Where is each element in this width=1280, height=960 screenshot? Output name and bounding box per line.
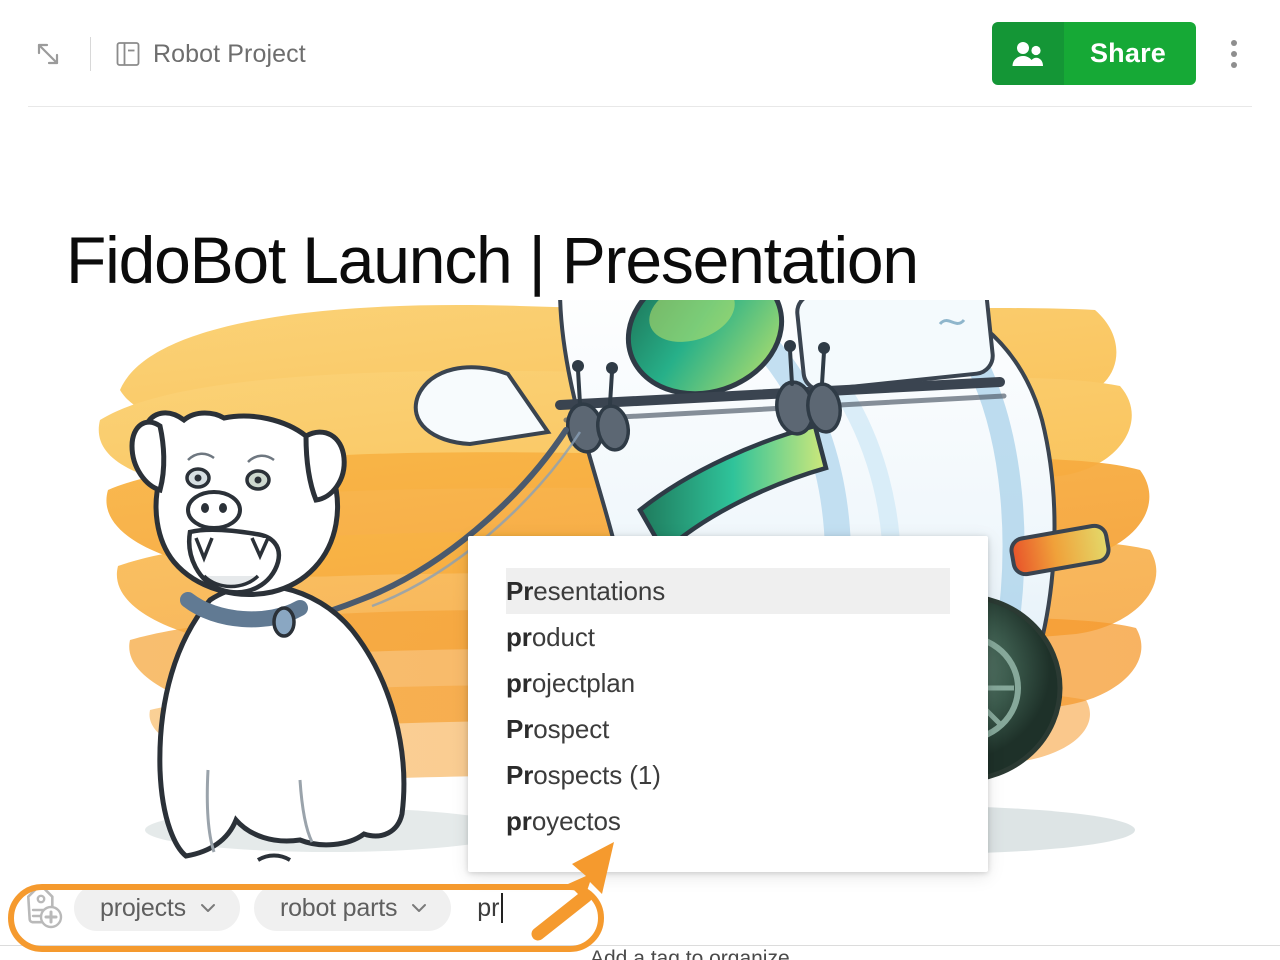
breadcrumb-document-title[interactable]: Robot Project bbox=[153, 40, 306, 69]
tag-search-input[interactable]: pr bbox=[477, 885, 503, 931]
autocomplete-option-prefix: Pr bbox=[506, 760, 533, 791]
chevron-down-icon[interactable] bbox=[198, 898, 218, 918]
autocomplete-option[interactable]: product bbox=[506, 614, 950, 660]
tag-chip-robot-parts[interactable]: robot parts bbox=[254, 885, 451, 931]
tag-chip-label: robot parts bbox=[280, 894, 397, 923]
share-button-label: Share bbox=[1090, 38, 1166, 69]
share-button-label-area: Share bbox=[1064, 22, 1196, 85]
people-icon bbox=[992, 22, 1064, 85]
kebab-menu-icon[interactable] bbox=[1210, 24, 1258, 84]
autocomplete-option[interactable]: Presentations bbox=[506, 568, 950, 614]
autocomplete-option-prefix: pr bbox=[506, 622, 532, 653]
page-title[interactable]: FidoBot Launch | Presentation bbox=[66, 218, 918, 302]
tag-chip-label: projects bbox=[100, 894, 186, 923]
tag-autocomplete-dropdown[interactable]: Presentations product projectplan Prospe… bbox=[468, 536, 988, 872]
tag-bar-rule bbox=[0, 945, 1280, 946]
autocomplete-option[interactable]: proyectos bbox=[506, 798, 950, 844]
chevron-down-icon[interactable] bbox=[409, 898, 429, 918]
tag-add-icon[interactable] bbox=[18, 885, 64, 931]
header-left-group: Robot Project bbox=[28, 26, 306, 82]
share-button[interactable]: Share bbox=[992, 22, 1196, 85]
tag-input-row[interactable]: projects robot parts pr bbox=[10, 876, 503, 940]
autocomplete-option-prefix: pr bbox=[506, 806, 532, 837]
autocomplete-option-rest: oduct bbox=[532, 622, 595, 653]
autocomplete-option-prefix: Pr bbox=[506, 714, 533, 745]
autocomplete-option-prefix: Pr bbox=[506, 576, 533, 607]
expand-diagonal-icon[interactable] bbox=[28, 34, 68, 74]
document-editor-window: Robot Project Share bbox=[0, 0, 1280, 960]
text-caret bbox=[501, 893, 503, 923]
autocomplete-option[interactable]: Prospects (1) bbox=[506, 752, 950, 798]
autocomplete-option[interactable]: Prospect bbox=[506, 706, 950, 752]
tag-bar: projects robot parts pr bbox=[0, 868, 1280, 960]
tag-chip-projects[interactable]: projects bbox=[74, 885, 240, 931]
tag-search-input-value: pr bbox=[477, 894, 499, 923]
autocomplete-option-prefix: pr bbox=[506, 668, 532, 699]
header-right-group: Share bbox=[992, 22, 1258, 85]
autocomplete-option-rest: esentations bbox=[533, 576, 665, 607]
header-divider bbox=[90, 37, 91, 71]
autocomplete-option[interactable]: projectplan bbox=[506, 660, 950, 706]
header-bottom-rule bbox=[28, 106, 1252, 107]
autocomplete-option-rest: ospects (1) bbox=[533, 760, 661, 791]
document-layout-icon bbox=[115, 41, 141, 67]
app-header: Robot Project Share bbox=[0, 0, 1280, 108]
autocomplete-option-rest: oyectos bbox=[532, 806, 621, 837]
autocomplete-option-rest: ospect bbox=[533, 714, 609, 745]
autocomplete-option-rest: ojectplan bbox=[532, 668, 635, 699]
